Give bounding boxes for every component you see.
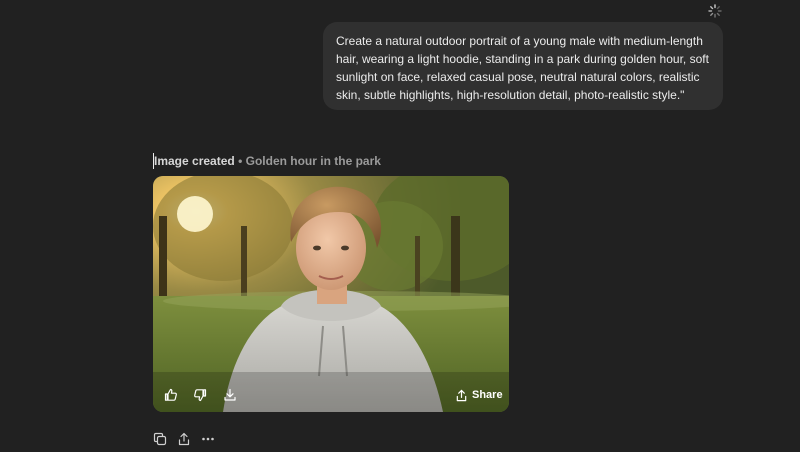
thumbs-up-icon <box>164 388 177 401</box>
share-icon <box>178 432 190 446</box>
user-message-bubble: Create a natural outdoor portrait of a y… <box>323 22 723 110</box>
more-options-button[interactable] <box>199 430 217 448</box>
image-status-label: Image created <box>154 154 235 168</box>
spinner-icon <box>708 4 722 18</box>
image-share-button[interactable]: Share <box>455 386 503 404</box>
user-message-text: Create a natural outdoor portrait of a y… <box>336 34 709 102</box>
share-button[interactable] <box>175 430 193 448</box>
chat-page: Create a natural outdoor portrait of a y… <box>0 0 800 452</box>
copy-icon <box>153 432 167 446</box>
portrait-photo <box>153 176 509 412</box>
copy-button[interactable] <box>151 430 169 448</box>
thumbs-up-button[interactable] <box>162 386 180 404</box>
image-caption: Golden hour in the park <box>245 154 381 168</box>
download-icon <box>224 388 236 401</box>
generated-image[interactable] <box>153 176 509 412</box>
more-icon <box>202 437 214 441</box>
thumbs-down-icon <box>194 389 207 402</box>
share-label: Share <box>472 389 503 401</box>
thumbs-down-button[interactable] <box>191 386 209 404</box>
status-separator: • <box>238 154 243 168</box>
image-status-line: Image created • Golden hour in the park <box>153 153 381 169</box>
share-icon <box>456 389 467 401</box>
download-button[interactable] <box>221 386 239 404</box>
